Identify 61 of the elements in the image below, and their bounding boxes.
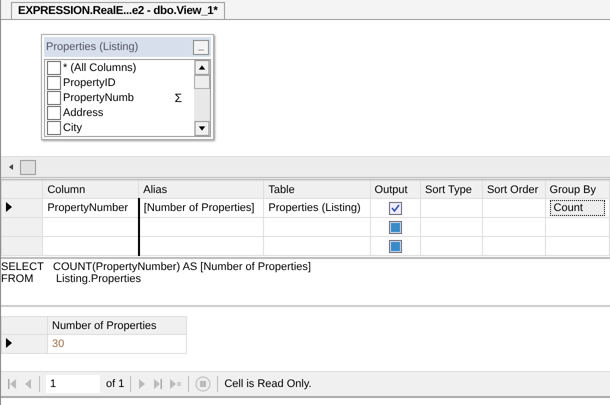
column-header[interactable]: Group By (545, 180, 610, 198)
row-selector[interactable] (2, 198, 43, 218)
checkbox[interactable] (47, 60, 61, 74)
table-cell[interactable] (264, 218, 370, 236)
vertical-scrollbar[interactable] (194, 60, 210, 136)
table-cell[interactable]: PropertyNumber (42, 198, 139, 218)
column-header[interactable]: Alias (138, 180, 264, 198)
column-header[interactable]: Column (42, 180, 139, 198)
horizontal-scrollbar[interactable] (1, 156, 610, 180)
stop-icon[interactable] (195, 376, 212, 392)
status-text: Cell is Read Only. (224, 378, 312, 390)
current-row-icon (6, 202, 12, 212)
document-tab[interactable]: EXPRESSION.RealE...e2 - dbo.View_1* (11, 2, 225, 19)
previous-record-icon[interactable] (23, 378, 33, 390)
scroll-up-icon[interactable] (194, 60, 210, 75)
column-name[interactable]: City (63, 122, 82, 134)
record-count: of 1 (106, 378, 124, 390)
minimize-button[interactable]: _ (193, 40, 209, 54)
aggregate-mark: Σ (174, 90, 182, 104)
next-record-icon[interactable] (137, 378, 148, 390)
sql-text: COUNT(PropertyNumber) AS [Number of Properties] (53, 261, 311, 273)
new-record-icon[interactable] (169, 378, 182, 390)
column-name[interactable]: Address (63, 106, 104, 118)
output-checkbox[interactable] (388, 220, 402, 234)
checkbox[interactable] (47, 106, 61, 120)
output-checkbox[interactable] (388, 240, 402, 252)
column-header[interactable]: Sort Type (420, 180, 482, 198)
table-cell[interactable] (138, 218, 264, 236)
sql-keyword: FROM (1, 273, 34, 285)
column-name[interactable]: PropertyID (63, 76, 116, 88)
first-record-icon[interactable] (7, 378, 17, 390)
table-cell[interactable]: Count (550, 200, 605, 216)
sql-keyword: SELECT (1, 261, 45, 273)
column-header[interactable]: Number of Properties (48, 316, 186, 334)
row-selector[interactable] (2, 334, 48, 354)
sql-text: Listing.Properties (55, 273, 142, 285)
checkbox[interactable] (47, 90, 61, 104)
column-header[interactable]: Output (370, 180, 421, 198)
output-checkbox[interactable] (388, 202, 402, 214)
table-cell[interactable] (42, 236, 139, 256)
result-cell[interactable]: 30 (48, 334, 186, 354)
column-header[interactable]: Table (264, 180, 370, 198)
table-cell[interactable]: [Number of Properties] (138, 198, 264, 218)
scroll-thumb[interactable] (20, 160, 36, 174)
checkbox[interactable] (47, 76, 61, 90)
table-cell[interactable] (138, 236, 264, 256)
column-name[interactable]: * (All Columns) (63, 62, 136, 74)
scroll-left-icon[interactable] (7, 162, 15, 172)
table-title: Properties (Listing) (46, 41, 138, 53)
last-record-icon[interactable] (153, 378, 164, 390)
record-position-field[interactable]: 1 (46, 375, 100, 393)
table-cell[interactable] (264, 236, 370, 256)
checkbox[interactable] (47, 120, 61, 134)
scroll-thumb[interactable] (194, 75, 210, 89)
table-cell[interactable]: Properties (Listing) (264, 198, 370, 218)
table-cell[interactable] (42, 218, 139, 236)
current-row-icon (6, 338, 12, 348)
column-header[interactable]: Sort Order (482, 180, 546, 198)
column-name[interactable]: PropertyNumb (63, 92, 134, 104)
sql-pane[interactable]: SELECT COUNT(PropertyNumber) AS [Number of Properties] FROM Listing.Properties (1, 259, 610, 305)
scroll-down-icon[interactable] (194, 121, 210, 136)
